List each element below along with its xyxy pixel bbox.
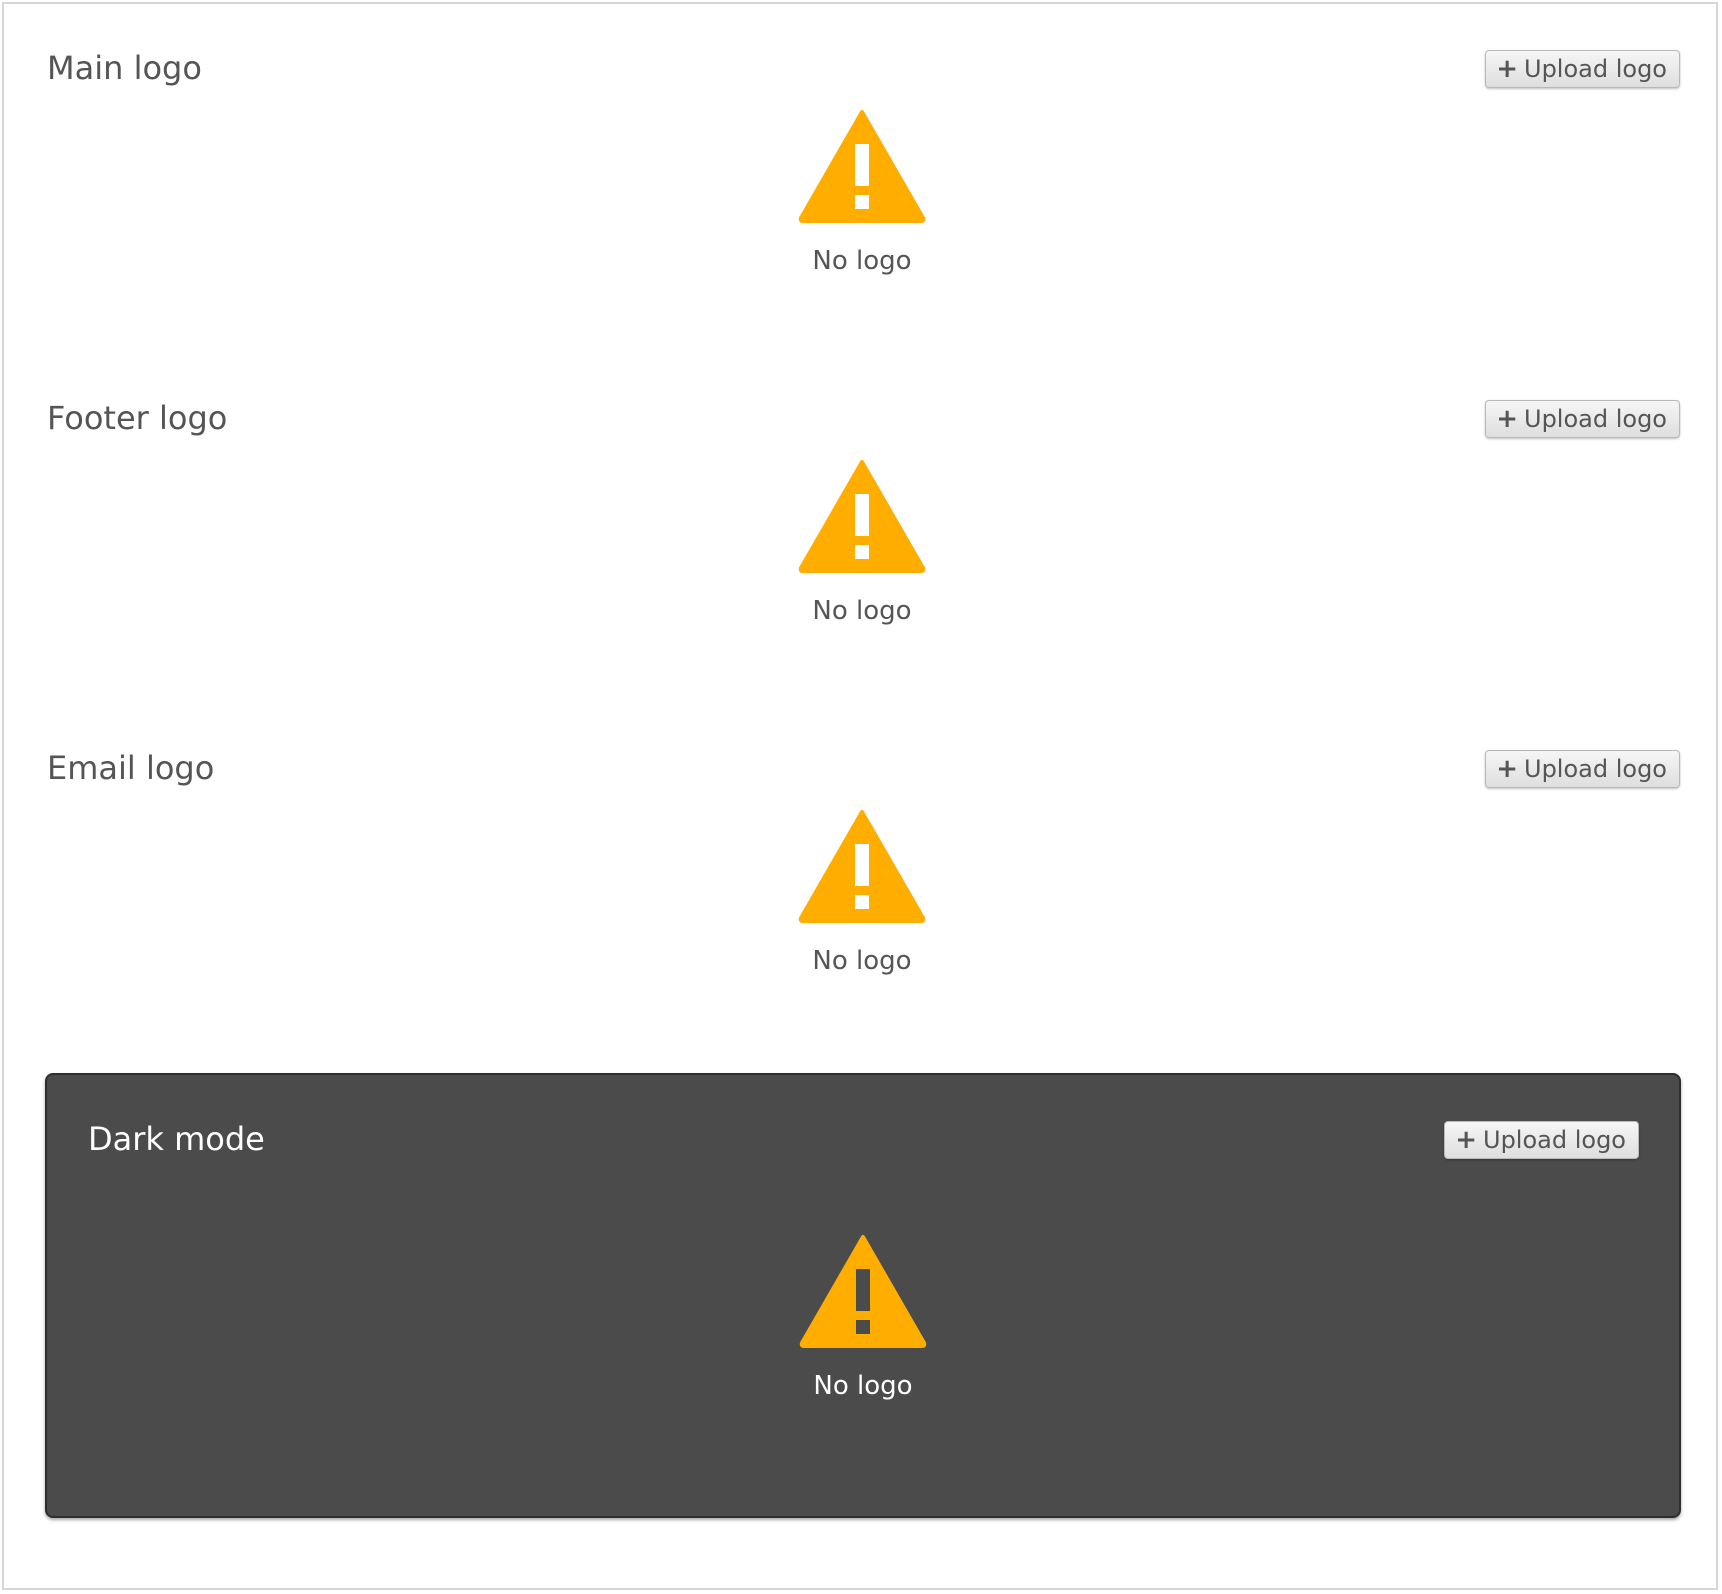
- warning-icon: [798, 110, 926, 223]
- main-logo-placeholder: No logo: [44, 108, 1680, 276]
- main-logo-section: Main logo + Upload logo No logo: [44, 46, 1680, 306]
- plus-icon: +: [1496, 404, 1518, 434]
- dark-mode-upload-button[interactable]: + Upload logo: [1444, 1121, 1639, 1159]
- upload-button-label: Upload logo: [1483, 1126, 1626, 1154]
- dark-mode-placeholder: No logo: [47, 1233, 1679, 1401]
- footer-logo-title: Footer logo: [47, 399, 228, 437]
- main-logo-title: Main logo: [47, 49, 202, 87]
- footer-logo-placeholder: No logo: [44, 458, 1680, 626]
- plus-icon: +: [1496, 54, 1518, 84]
- warning-icon: [798, 810, 926, 923]
- footer-logo-status: No logo: [812, 596, 912, 626]
- dark-mode-title: Dark mode: [88, 1120, 265, 1158]
- dark-mode-status: No logo: [813, 1371, 913, 1401]
- email-logo-title: Email logo: [47, 749, 215, 787]
- footer-logo-upload-button[interactable]: + Upload logo: [1485, 400, 1680, 438]
- dark-mode-section: Dark mode + Upload logo No logo: [45, 1073, 1681, 1518]
- warning-icon: [799, 1235, 927, 1348]
- upload-button-label: Upload logo: [1524, 405, 1667, 433]
- plus-icon: +: [1455, 1125, 1477, 1155]
- upload-button-label: Upload logo: [1524, 55, 1667, 83]
- email-logo-section: Email logo + Upload logo No logo: [44, 746, 1680, 1006]
- logo-settings-panel: Main logo + Upload logo No logo Footer l…: [2, 2, 1718, 1590]
- plus-icon: +: [1496, 754, 1518, 784]
- email-logo-upload-button[interactable]: + Upload logo: [1485, 750, 1680, 788]
- warning-icon: [798, 460, 926, 573]
- email-logo-status: No logo: [812, 946, 912, 976]
- main-logo-upload-button[interactable]: + Upload logo: [1485, 50, 1680, 88]
- footer-logo-section: Footer logo + Upload logo No logo: [44, 396, 1680, 656]
- main-logo-status: No logo: [812, 246, 912, 276]
- upload-button-label: Upload logo: [1524, 755, 1667, 783]
- email-logo-placeholder: No logo: [44, 808, 1680, 976]
